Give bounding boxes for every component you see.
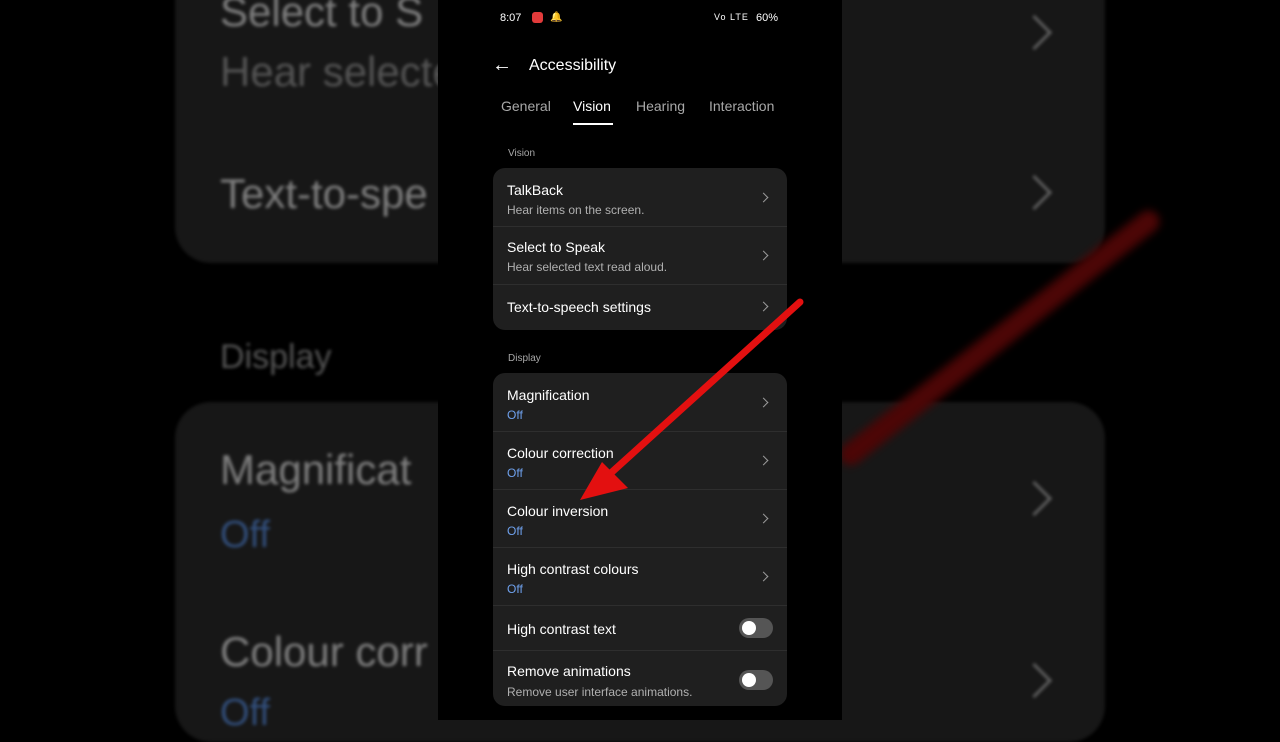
list-item-remove-animations[interactable]: Remove animations Remove user interface … <box>493 651 787 706</box>
active-tab-indicator <box>573 123 613 125</box>
list-item-high-contrast-text[interactable]: High contrast text <box>493 606 787 651</box>
item-subtitle: Hear items on the screen. <box>507 203 645 217</box>
list-item-colour-correction[interactable]: Colour correction Off <box>493 432 787 490</box>
item-status: Off <box>507 524 523 538</box>
chevron-right-icon <box>758 250 769 261</box>
item-status: Off <box>507 466 523 480</box>
bg-text: Magnificat <box>220 446 412 493</box>
status-time: 8:07 <box>500 12 522 24</box>
toggle-knob <box>742 673 756 687</box>
list-item-high-contrast-colours[interactable]: High contrast colours Off <box>493 548 787 606</box>
item-label: Remove animations <box>507 663 631 679</box>
display-card: Magnification Off Colour correction Off … <box>493 373 787 706</box>
bg-text: Hear selecte <box>220 48 456 95</box>
bg-text: Select to S <box>220 0 424 35</box>
tab-hearing[interactable]: Hearing <box>636 98 685 114</box>
item-subtitle: Hear selected text read aloud. <box>507 260 668 274</box>
bg-text: Off <box>220 514 270 556</box>
bg-text: Text-to-spe <box>220 170 428 217</box>
signal-icon: Vo LTE <box>714 12 749 22</box>
app-bar: ← Accessibility <box>438 48 842 84</box>
item-label: High contrast colours <box>507 561 639 577</box>
section-label-vision: Vision <box>508 148 536 159</box>
item-label: Select to Speak <box>507 239 606 255</box>
item-label: Text-to-speech settings <box>507 299 651 315</box>
item-subtitle: Remove user interface animations. <box>507 685 693 699</box>
vision-card: TalkBack Hear items on the screen. Selec… <box>493 168 787 330</box>
item-label: Magnification <box>507 387 590 403</box>
item-status: Off <box>507 582 523 596</box>
list-item-talkback[interactable]: TalkBack Hear items on the screen. <box>493 168 787 227</box>
list-item-tts-settings[interactable]: Text-to-speech settings <box>493 285 787 330</box>
list-item-select-to-speak[interactable]: Select to Speak Hear selected text read … <box>493 227 787 285</box>
bg-text: Colour corr <box>220 628 428 675</box>
toggle-knob <box>742 621 756 635</box>
battery-level: 60% <box>756 12 779 24</box>
item-status: Off <box>507 408 523 422</box>
phone-screen: 8:07 🔔 Vo LTE 60% ← Accessibility Genera… <box>438 0 842 720</box>
chevron-right-icon <box>758 455 769 466</box>
tab-general[interactable]: General <box>501 98 551 114</box>
tab-vision[interactable]: Vision <box>573 98 611 114</box>
bg-text: Display <box>220 338 332 376</box>
bg-text: Off <box>220 692 270 734</box>
section-label-display: Display <box>508 353 541 364</box>
remove-animations-toggle[interactable] <box>739 670 773 690</box>
chevron-right-icon <box>758 192 769 203</box>
status-bar: 8:07 🔔 Vo LTE 60% <box>438 0 842 36</box>
chevron-right-icon <box>758 571 769 582</box>
tab-bar: General Vision Hearing Interaction <box>438 94 842 128</box>
item-label: Colour correction <box>507 445 614 461</box>
chevron-right-icon <box>758 397 769 408</box>
back-arrow-icon[interactable]: ← <box>492 54 512 77</box>
chevron-right-icon <box>758 513 769 524</box>
list-item-magnification[interactable]: Magnification Off <box>493 373 787 432</box>
item-label: TalkBack <box>507 182 564 198</box>
list-item-colour-inversion[interactable]: Colour inversion Off <box>493 490 787 548</box>
notification-bell-icon: 🔔 <box>550 12 563 23</box>
item-label: Colour inversion <box>507 503 609 519</box>
item-label: High contrast text <box>507 621 616 637</box>
screen-record-icon <box>532 12 543 23</box>
page-title: Accessibility <box>529 57 617 74</box>
chevron-right-icon <box>758 301 769 312</box>
high-contrast-text-toggle[interactable] <box>739 618 773 638</box>
tab-interaction[interactable]: Interaction <box>709 98 774 114</box>
